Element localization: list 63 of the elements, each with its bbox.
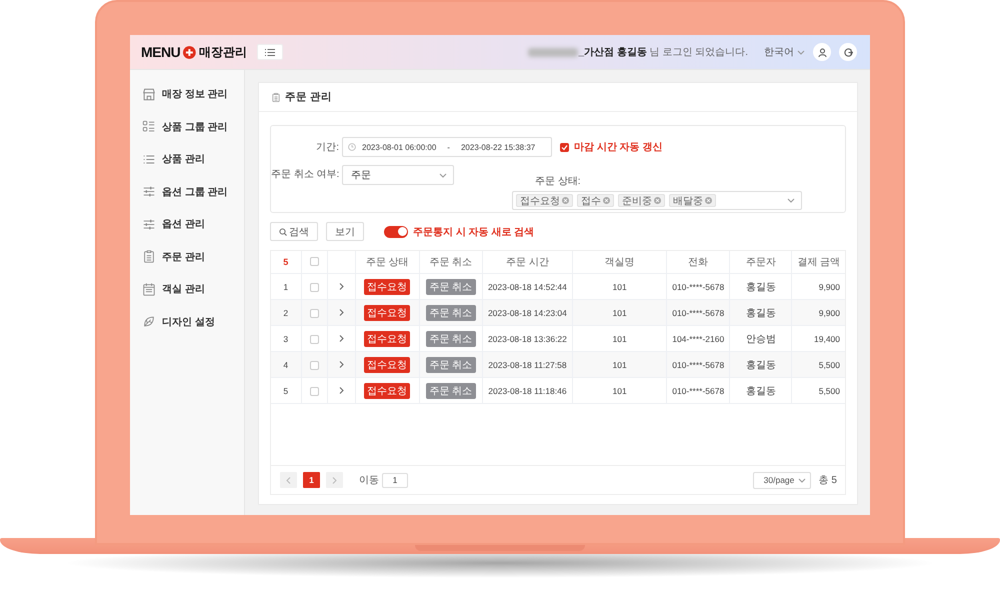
search-button[interactable]: 검색 <box>270 222 318 241</box>
page-button[interactable]: 1 <box>303 472 320 488</box>
table-cell: 101 <box>572 300 667 326</box>
row-count: 5 <box>283 256 288 266</box>
goto-label: 이동 <box>359 474 379 487</box>
page-size-dropdown[interactable]: 30/page <box>752 472 811 488</box>
field-label: 주문 취소 여부: <box>271 168 339 182</box>
field-label: 주문 상태: <box>534 175 582 188</box>
table-cell: 홍길동 <box>730 352 792 378</box>
table-cell: 5,500 <box>792 352 845 378</box>
sidebar-item[interactable]: 상품 관리 <box>130 143 244 176</box>
sidebar-item[interactable]: 주문 관리 <box>130 240 244 273</box>
language-dropdown[interactable]: 한국어 <box>764 45 805 59</box>
column-header: 주문 시간 <box>482 251 572 274</box>
tag: 준비중 <box>618 194 665 207</box>
table-cell: 2023-08-18 11:18:46 <box>482 378 572 404</box>
table-cell: 101 <box>572 378 667 404</box>
sidebar-item[interactable]: 객실 관리 <box>130 273 244 306</box>
multi-select-field[interactable]: 접수요청 접수 준비중 배달중 <box>512 191 802 210</box>
column-header: 주문자 <box>730 251 792 274</box>
table-cell: 010-****-5678 <box>666 300 730 326</box>
sidebar-item[interactable]: 디자인 설정 <box>130 306 244 338</box>
table-cell: 홍길동 <box>730 300 792 326</box>
view-button[interactable]: 보기 <box>326 222 364 241</box>
select-field[interactable]: 주문 <box>342 165 454 185</box>
page-input[interactable]: 1 <box>382 472 408 488</box>
column-header: 객실명 <box>572 251 667 274</box>
status-button[interactable]: 접수요청 <box>364 356 410 372</box>
status-button[interactable]: 접수요청 <box>364 382 410 398</box>
table-cell: 010-****-5678 <box>666 378 730 404</box>
table-cell: 5 <box>271 378 302 404</box>
toggle-label: 주문통지 시 자동 새로 검색 <box>413 226 534 238</box>
logo-subtitle: 매장관리 <box>199 44 247 60</box>
table-cell: 4 <box>271 352 302 378</box>
total-count: 총 5 <box>818 474 837 487</box>
sidebar-item[interactable]: 상품 그룹 관리 <box>130 110 244 143</box>
table-cell: 2023-08-18 11:27:58 <box>482 352 572 378</box>
tag: 접수 <box>577 194 614 207</box>
table-cell: 101 <box>572 352 667 378</box>
table-cell: 5,500 <box>792 378 845 404</box>
status-button[interactable]: 접수요청 <box>364 330 410 346</box>
status-button[interactable]: 접수요청 <box>364 278 410 294</box>
column-header: 결제 금액 <box>792 251 845 274</box>
date-range-field[interactable]: 2023-08-01 06:00:00 - 2023-08-22 15:38:37 <box>342 137 552 157</box>
column-header: 주문 상태 <box>355 251 420 274</box>
status-button[interactable]: 접수요청 <box>364 304 410 320</box>
table-cell: 9,900 <box>792 300 845 326</box>
table-cell: 2 <box>271 300 302 326</box>
logo-text: MENU <box>141 44 180 60</box>
column-header: 전화 <box>666 251 730 274</box>
page-title: 주문 관리 <box>285 90 332 104</box>
field-label: 기간: <box>315 141 339 154</box>
login-message: _가산점 홍길동 님 로그인 되었습니다. <box>578 46 748 59</box>
checkbox-label: 마감 시간 자동 갱신 <box>574 141 662 154</box>
table-cell: 홍길동 <box>730 378 792 404</box>
sidebar-item[interactable]: 옵션 그룹 관리 <box>130 176 244 208</box>
sidebar-item[interactable]: 매장 정보 관리 <box>130 78 244 110</box>
tag: 접수요청 <box>516 194 573 207</box>
table-cell: 2023-08-18 14:23:04 <box>482 300 572 326</box>
table-cell: 010-****-5678 <box>666 352 730 378</box>
sidebar-item[interactable]: 옵션 관리 <box>130 208 244 240</box>
column-header: 주문 취소 <box>419 251 482 274</box>
tag: 배달중 <box>669 194 716 207</box>
